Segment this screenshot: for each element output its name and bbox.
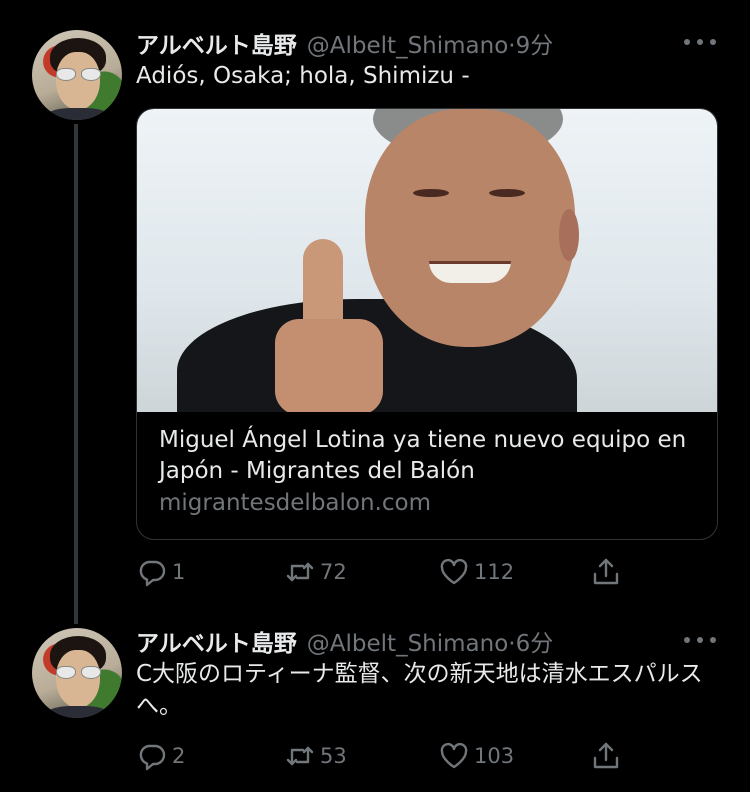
reply-icon bbox=[139, 560, 166, 587]
tweet-actions: 2 53 103 bbox=[136, 736, 636, 776]
share-button[interactable] bbox=[590, 736, 622, 776]
timestamp[interactable]: 6分 bbox=[516, 624, 554, 658]
link-preview-card[interactable]: Miguel Ángel Lotina ya tiene nuevo equip… bbox=[136, 108, 718, 540]
tweet-header: アルベルト島野 @Albelt_Shimano · 9分 bbox=[136, 26, 553, 59]
tweet-header: アルベルト島野 @Albelt_Shimano · 6分 bbox=[136, 624, 553, 657]
tweet-text: Adiós, Osaka; hola, Shimizu - bbox=[136, 63, 470, 89]
share-button[interactable] bbox=[590, 552, 622, 592]
reply-button[interactable]: 1 bbox=[136, 552, 185, 592]
reply-button[interactable]: 2 bbox=[136, 736, 185, 776]
tweet-text: C大阪のロティーナ監督、次の新天地は清水エスパルスへ。 bbox=[136, 661, 703, 719]
author-handle[interactable]: @Albelt_Shimano bbox=[307, 33, 509, 59]
retweet-icon bbox=[286, 562, 314, 582]
separator: · bbox=[508, 33, 516, 59]
card-title: Miguel Ángel Lotina ya tiene nuevo equip… bbox=[159, 427, 687, 484]
avatar[interactable] bbox=[32, 628, 122, 718]
retweet-button[interactable]: 53 bbox=[284, 736, 347, 776]
reply-count: 2 bbox=[172, 744, 186, 768]
separator: · bbox=[508, 631, 516, 657]
retweet-count: 72 bbox=[320, 560, 347, 584]
like-count: 112 bbox=[474, 560, 515, 584]
tweet-actions: 1 72 112 bbox=[136, 552, 636, 592]
retweet-button[interactable]: 72 bbox=[284, 552, 347, 592]
author-handle[interactable]: @Albelt_Shimano bbox=[307, 631, 509, 657]
card-image bbox=[137, 109, 717, 412]
tweet-1[interactable]: アルベルト島野 @Albelt_Shimano · 9分 Adiós, Osak… bbox=[0, 0, 750, 610]
heart-icon bbox=[440, 558, 468, 585]
reply-icon bbox=[139, 744, 166, 771]
retweet-count: 53 bbox=[320, 744, 347, 768]
more-options-icon[interactable] bbox=[684, 36, 716, 48]
author-name[interactable]: アルベルト島野 bbox=[136, 26, 297, 60]
card-domain: migrantesdelbalon.com bbox=[159, 490, 431, 516]
like-button[interactable]: 112 bbox=[438, 552, 514, 592]
tweet-2[interactable]: アルベルト島野 @Albelt_Shimano · 6分 C大阪のロティーナ監督… bbox=[0, 610, 750, 792]
share-icon bbox=[593, 742, 619, 769]
share-icon bbox=[593, 558, 619, 585]
reply-count: 1 bbox=[172, 560, 186, 584]
author-name[interactable]: アルベルト島野 bbox=[136, 624, 297, 658]
timestamp[interactable]: 9分 bbox=[516, 26, 554, 60]
retweet-icon bbox=[286, 746, 314, 766]
avatar[interactable] bbox=[32, 30, 122, 120]
like-button[interactable]: 103 bbox=[438, 736, 514, 776]
heart-icon bbox=[440, 742, 468, 769]
more-options-icon[interactable] bbox=[684, 634, 716, 646]
like-count: 103 bbox=[474, 744, 515, 768]
